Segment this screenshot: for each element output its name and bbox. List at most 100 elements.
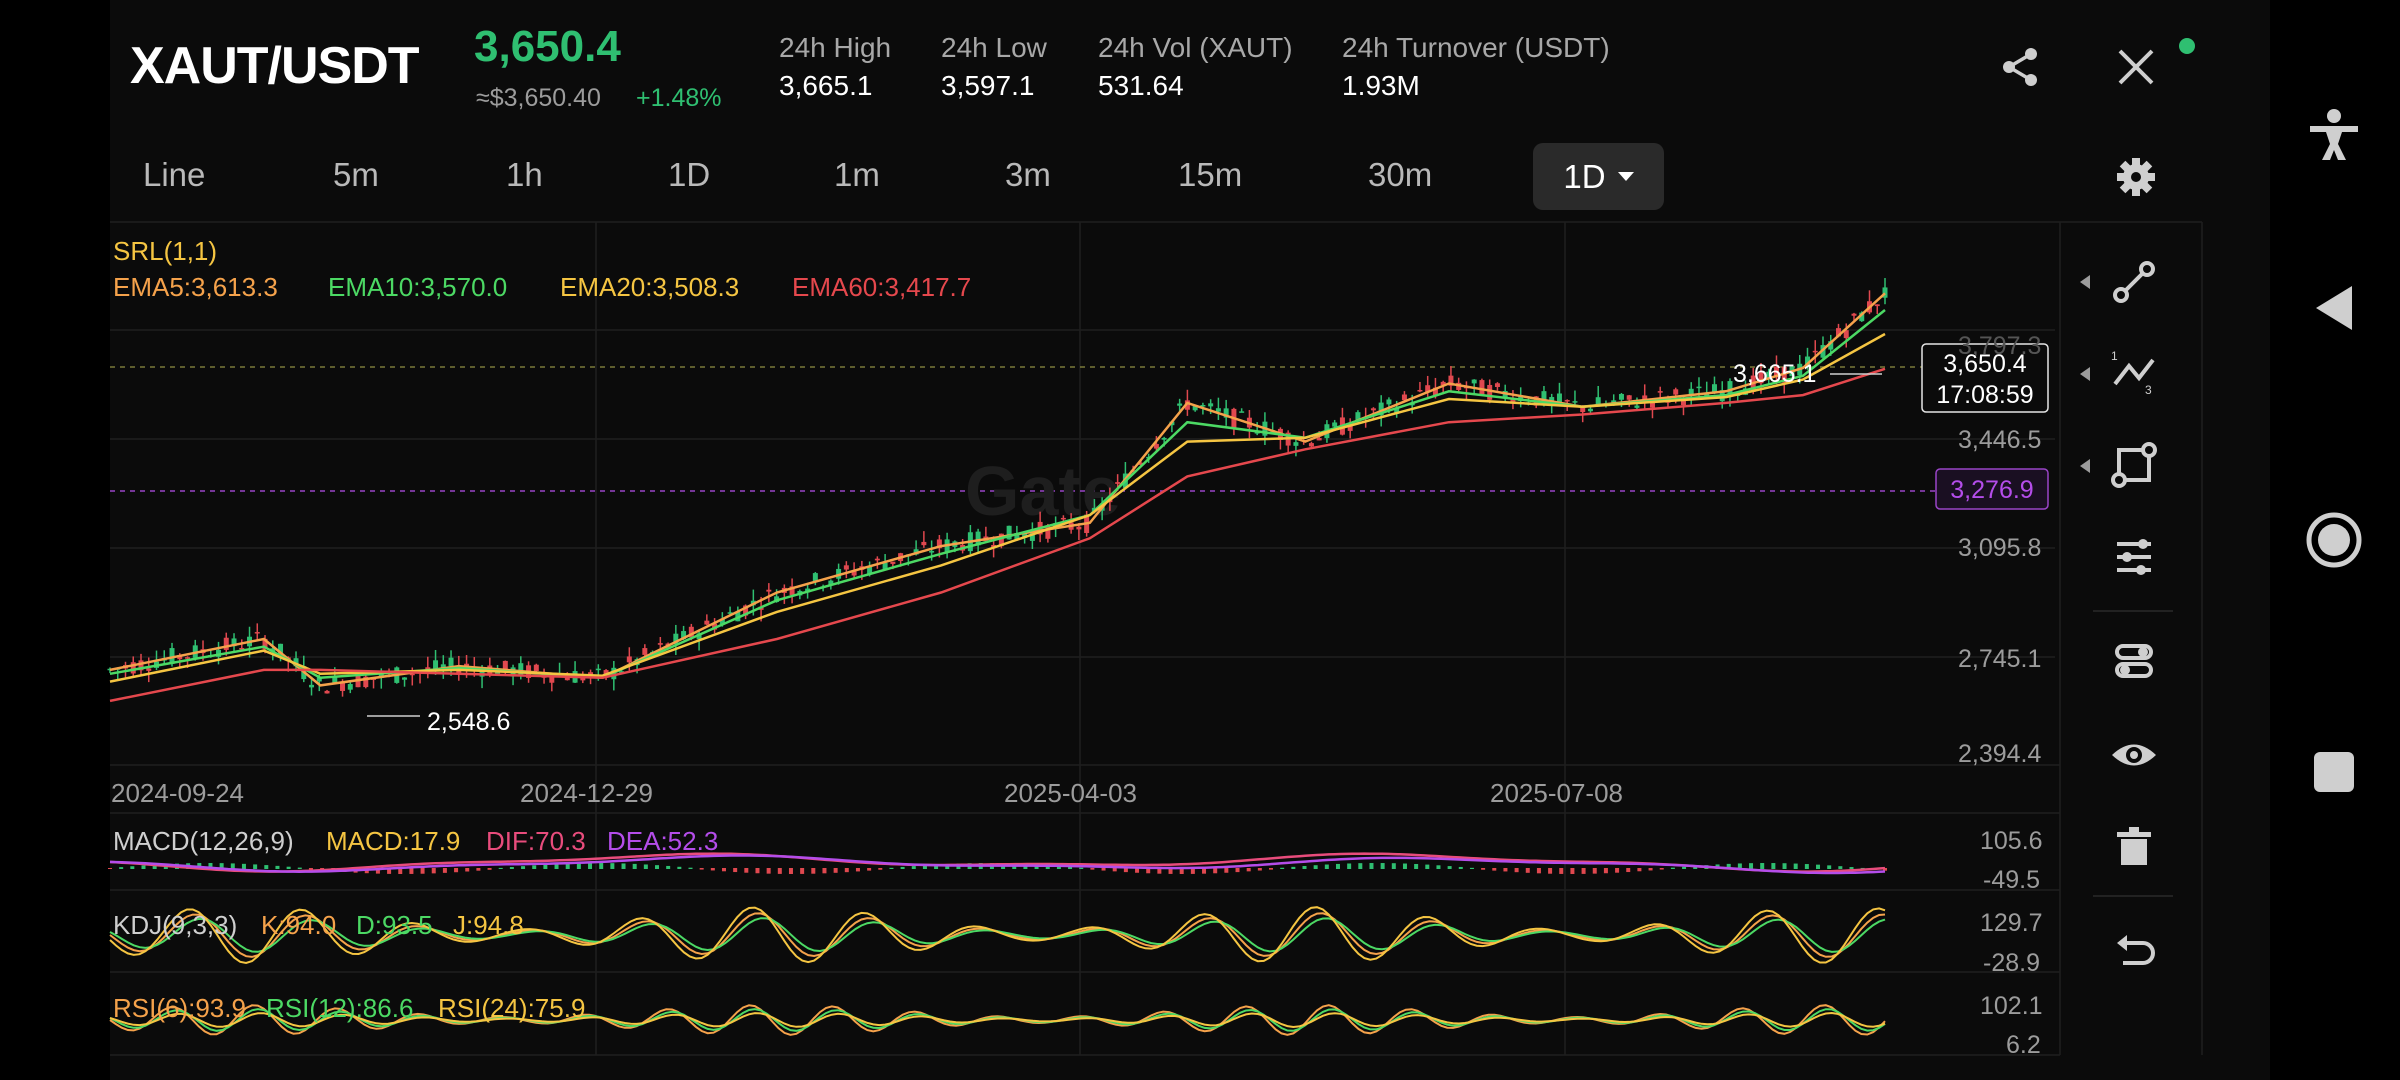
candle-body (657, 643, 663, 645)
macd-histogram-bar (666, 865, 671, 869)
candle-body (1239, 411, 1245, 413)
candle-body (1316, 437, 1322, 441)
y-tick-label: 2,394.4 (1958, 740, 2042, 768)
macd-histogram-bar (677, 866, 682, 869)
recents-icon[interactable] (2304, 742, 2364, 802)
expand-arrow-icon[interactable] (2078, 458, 2092, 474)
macd-histogram-bar (1670, 867, 1675, 869)
macd-histogram-bar (822, 868, 827, 874)
macd-histogram-bar (1603, 868, 1608, 874)
expand-arrow-icon[interactable] (2078, 366, 2092, 382)
kdj-y-top: 129.7 (1980, 909, 2043, 937)
macd-histogram-bar (1447, 866, 1452, 869)
macd-histogram-bar (1536, 868, 1541, 874)
toolbar-divider (2093, 895, 2173, 897)
macd-value: MACD:17.9 (326, 826, 461, 856)
rsi24-value: RSI(24):75.9 (438, 993, 586, 1023)
rsi-y-bottom: 6.2 (2006, 1031, 2041, 1059)
macd-histogram-bar (1436, 865, 1441, 869)
candle-body (1401, 394, 1407, 401)
candle-body (1626, 395, 1632, 400)
trendline-icon[interactable] (2107, 255, 2161, 309)
macd-histogram-bar (632, 863, 637, 869)
shape-icon[interactable] (2107, 438, 2161, 492)
candle-body (1874, 304, 1880, 307)
macd-histogram-bar (431, 868, 436, 874)
macd-histogram-bar (1838, 866, 1843, 869)
toolbar-divider (2093, 610, 2173, 612)
last-price-label: 3,650.4 (1943, 350, 2027, 378)
macd-y-bottom: -49.5 (1983, 866, 2040, 894)
macd-histogram-bar (521, 866, 526, 869)
macd-histogram-bar (1313, 865, 1318, 869)
macd-histogram-bar (911, 866, 916, 869)
macd-histogram-bar (108, 868, 112, 869)
macd-histogram-bar (733, 868, 738, 873)
candle-body (402, 677, 408, 680)
macd-histogram-bar (1280, 867, 1285, 869)
macd-histogram-bar (476, 868, 481, 871)
trash-icon[interactable] (2107, 820, 2161, 874)
undo-icon[interactable] (2107, 925, 2161, 979)
macd-histogram-bar (710, 868, 715, 871)
macd-histogram-bar (1246, 868, 1251, 872)
ema10-label: EMA10:3,570.0 (328, 272, 508, 302)
indicator-settings-icon[interactable] (2107, 530, 2161, 584)
macd-histogram-bar (1492, 868, 1497, 871)
srl-price-label: 3,276.9 (1950, 476, 2034, 504)
macd-histogram-bar (454, 868, 459, 873)
macd-histogram-bar (1548, 868, 1553, 874)
macd-histogram-bar (1648, 868, 1653, 871)
kdj-label: KDJ(9,3,3) (113, 910, 238, 940)
candle-body (254, 632, 260, 634)
candle-body (324, 690, 330, 694)
macd-histogram-bar (1804, 864, 1809, 869)
macd-histogram-bar (610, 863, 615, 869)
candle-body (1673, 389, 1679, 395)
indicator-toggle-icon[interactable] (2107, 634, 2161, 688)
macd-histogram-bar (599, 863, 604, 869)
macd-y-top: 105.6 (1980, 827, 2043, 855)
macd-histogram-bar (1257, 868, 1262, 871)
back-icon[interactable] (2304, 278, 2364, 338)
candle-body (1696, 386, 1702, 389)
macd-histogram-bar (1849, 867, 1854, 869)
candle-body (929, 550, 935, 553)
macd-histogram-bar (130, 866, 135, 869)
macd-histogram-bar (308, 868, 313, 870)
macd-histogram-bar (1112, 868, 1117, 872)
home-icon[interactable] (2304, 510, 2364, 570)
macd-histogram-bar (509, 867, 514, 869)
macd-histogram-bar (1335, 863, 1340, 869)
candle-body (1487, 384, 1493, 400)
macd-histogram-bar (264, 865, 269, 869)
macd-histogram-bar (777, 868, 782, 874)
candle-body (1215, 408, 1221, 412)
candle-body (1177, 403, 1183, 406)
candle-body (890, 561, 896, 564)
candle-body (921, 541, 927, 546)
candle-body (1494, 383, 1500, 388)
y-tick-label: 2,745.1 (1958, 645, 2042, 673)
macd-histogram-bar (900, 866, 905, 869)
macd-histogram-bar (1793, 863, 1798, 869)
eye-icon[interactable] (2107, 728, 2161, 782)
candle-body (1657, 391, 1663, 393)
accessibility-icon[interactable] (2304, 104, 2364, 164)
candle-body (843, 565, 849, 570)
macd-histogram-bar (867, 868, 872, 871)
expand-arrow-icon[interactable] (2078, 274, 2092, 290)
x-tick-label: 2024-09-24 (111, 778, 244, 808)
fib-icon[interactable]: 13 (2107, 346, 2161, 400)
kdj-d-value: D:93.5 (356, 910, 433, 940)
x-tick-label: 2024-12-29 (520, 778, 653, 808)
macd-histogram-bar (1760, 863, 1765, 869)
countdown-label: 17:08:59 (1936, 381, 2034, 409)
macd-histogram-bar (1414, 863, 1419, 869)
macd-histogram-bar (1771, 863, 1776, 869)
macd-histogram-bar (465, 868, 470, 872)
macd-histogram-bar (1570, 868, 1575, 874)
candle-body (1293, 442, 1299, 446)
macd-histogram-bar (1224, 868, 1229, 873)
macd-histogram-bar (1682, 866, 1687, 869)
